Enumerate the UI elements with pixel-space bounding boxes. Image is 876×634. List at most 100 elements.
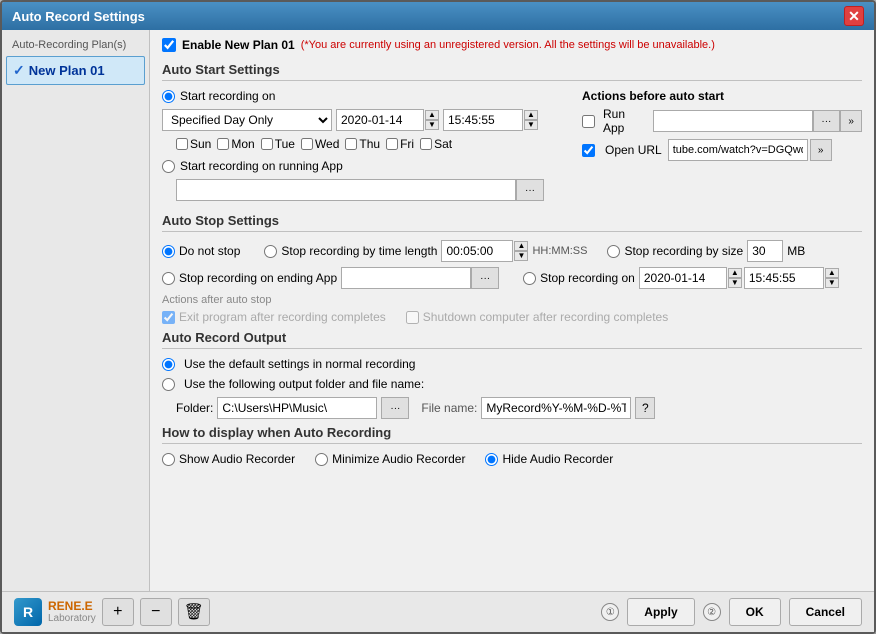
auto-start-right: Actions before auto start Run App ··· » … — [582, 89, 862, 207]
after-actions-row: Exit program after recording completes S… — [162, 310, 862, 324]
date-up-btn[interactable]: ▲ — [425, 110, 439, 120]
run-app-dots-btn[interactable]: ··· — [813, 110, 841, 132]
folder-input[interactable] — [217, 397, 377, 419]
start-time-input[interactable] — [443, 109, 523, 131]
stop-on-wrap: Stop recording on ▲ ▼ ▲ ▼ — [523, 267, 839, 289]
show-recorder-radio[interactable] — [162, 453, 175, 466]
exit-checkbox[interactable] — [162, 311, 175, 324]
stop-on-ending-radio[interactable] — [162, 272, 175, 285]
bottom-left: R RENE.E Laboratory + − 🗑 — [14, 598, 210, 626]
time-len-up-btn[interactable]: ▲ — [514, 241, 528, 251]
custom-output-radio[interactable] — [162, 378, 175, 391]
cancel-button[interactable]: Cancel — [789, 598, 862, 626]
enable-checkbox[interactable] — [162, 38, 176, 52]
do-not-stop-radio[interactable] — [162, 245, 175, 258]
folder-row: Folder: ··· File name: ? — [176, 397, 862, 419]
hide-recorder-wrap: Hide Audio Recorder — [485, 452, 613, 466]
sat-checkbox[interactable] — [420, 138, 432, 150]
stop-date-down-btn[interactable]: ▼ — [728, 278, 742, 288]
stop-date-up-btn[interactable]: ▲ — [728, 268, 742, 278]
date-down-btn[interactable]: ▼ — [425, 120, 439, 130]
end-app-browse-btn[interactable]: ··· — [471, 267, 499, 289]
time-up-btn[interactable]: ▲ — [524, 110, 538, 120]
shutdown-checkbox[interactable] — [406, 311, 419, 324]
time-down-btn[interactable]: ▼ — [524, 120, 538, 130]
minimize-recorder-radio[interactable] — [315, 453, 328, 466]
sun-checkbox[interactable] — [176, 138, 188, 150]
tue-checkbox[interactable] — [261, 138, 273, 150]
show-recorder-wrap: Show Audio Recorder — [162, 452, 295, 466]
stop-date-input[interactable] — [639, 267, 727, 289]
auto-start-two-col: Start recording on Specified Day Only ▲ … — [162, 89, 862, 207]
thu-checkbox[interactable] — [345, 138, 357, 150]
auto-record-settings-dialog: Auto Record Settings ✕ Auto-Recording Pl… — [0, 0, 876, 634]
run-app-checkbox[interactable] — [582, 115, 595, 128]
close-button[interactable]: ✕ — [844, 6, 864, 26]
running-app-input[interactable] — [176, 179, 516, 201]
day-sun: Sun — [176, 137, 211, 151]
sidebar-item-new-plan[interactable]: ✓ New Plan 01 — [6, 56, 145, 85]
run-app-row: Run App ··· » — [582, 107, 862, 135]
run-app-input[interactable] — [653, 110, 813, 132]
default-output-label: Use the default settings in normal recor… — [184, 357, 415, 371]
stop-on-ending-wrap: Stop recording on ending App ··· — [162, 267, 499, 289]
stop-on-radio[interactable] — [523, 272, 536, 285]
running-app-row: ··· — [176, 179, 566, 201]
day-tue: Tue — [261, 137, 295, 151]
fri-checkbox[interactable] — [386, 138, 398, 150]
ok-button[interactable]: OK — [729, 598, 781, 626]
circle-1: ① — [601, 603, 619, 621]
start-date-input[interactable] — [336, 109, 424, 131]
day-thu: Thu — [345, 137, 380, 151]
custom-output-label: Use the following output folder and file… — [184, 377, 424, 391]
title-bar: Auto Record Settings ✕ — [2, 2, 874, 30]
stop-row-2: Stop recording on ending App ··· Stop re… — [162, 267, 862, 289]
stop-time-input[interactable] — [744, 267, 824, 289]
apply-button[interactable]: Apply — [627, 598, 694, 626]
logo-rene: RENE.E — [48, 599, 96, 613]
wed-label: Wed — [315, 137, 339, 151]
shutdown-checkbox-item: Shutdown computer after recording comple… — [406, 310, 668, 324]
auto-stop-section-title: Auto Stop Settings — [162, 213, 862, 232]
open-url-label: Open URL — [605, 143, 662, 157]
time-length-input[interactable] — [441, 240, 513, 262]
start-running-radio[interactable] — [162, 160, 175, 173]
add-plan-btn[interactable]: + — [102, 598, 134, 626]
open-url-arrow-btn[interactable]: » — [810, 139, 832, 161]
default-output-radio[interactable] — [162, 358, 175, 371]
time-spin-btns: ▲ ▼ — [524, 110, 538, 130]
bottom-bar: R RENE.E Laboratory + − 🗑 ① Apply ② OK C… — [2, 591, 874, 632]
delete-plan-btn[interactable]: 🗑 — [178, 598, 210, 626]
stop-time-down-btn[interactable]: ▼ — [825, 278, 839, 288]
default-output-row: Use the default settings in normal recor… — [162, 357, 862, 371]
stop-time-up-btn[interactable]: ▲ — [825, 268, 839, 278]
delete-icon: 🗑 — [184, 602, 204, 622]
stop-by-size-wrap: Stop recording by size MB — [607, 240, 805, 262]
stop-by-size-input[interactable] — [747, 240, 783, 262]
end-app-input[interactable] — [341, 267, 471, 289]
time-len-down-btn[interactable]: ▼ — [514, 251, 528, 261]
date-spin-btns: ▲ ▼ — [425, 110, 439, 130]
stop-by-time-label: Stop recording by time length — [281, 244, 437, 258]
mon-checkbox[interactable] — [217, 138, 229, 150]
run-app-arrow-btn[interactable]: » — [840, 110, 862, 132]
circle-2: ② — [703, 603, 721, 621]
hide-recorder-radio[interactable] — [485, 453, 498, 466]
stop-by-size-radio[interactable] — [607, 245, 620, 258]
start-recording-on-radio[interactable] — [162, 90, 175, 103]
actions-after-section: Actions after auto stop Exit program aft… — [162, 294, 862, 324]
filename-input[interactable] — [481, 397, 631, 419]
folder-browse-btn[interactable]: ··· — [381, 397, 409, 419]
wed-checkbox[interactable] — [301, 138, 313, 150]
open-url-checkbox[interactable] — [582, 144, 595, 157]
minimize-recorder-wrap: Minimize Audio Recorder — [315, 452, 465, 466]
time-spin-wrapper: ▲ ▼ — [443, 109, 538, 131]
folder-label: Folder: — [176, 401, 213, 415]
running-app-browse-btn[interactable]: ··· — [516, 179, 544, 201]
stop-by-time-radio[interactable] — [264, 245, 277, 258]
filename-help-btn[interactable]: ? — [635, 397, 655, 419]
remove-plan-btn[interactable]: − — [140, 598, 172, 626]
open-url-input[interactable] — [668, 139, 808, 161]
start-running-label: Start recording on running App — [180, 159, 343, 173]
schedule-type-select[interactable]: Specified Day Only — [162, 109, 332, 131]
